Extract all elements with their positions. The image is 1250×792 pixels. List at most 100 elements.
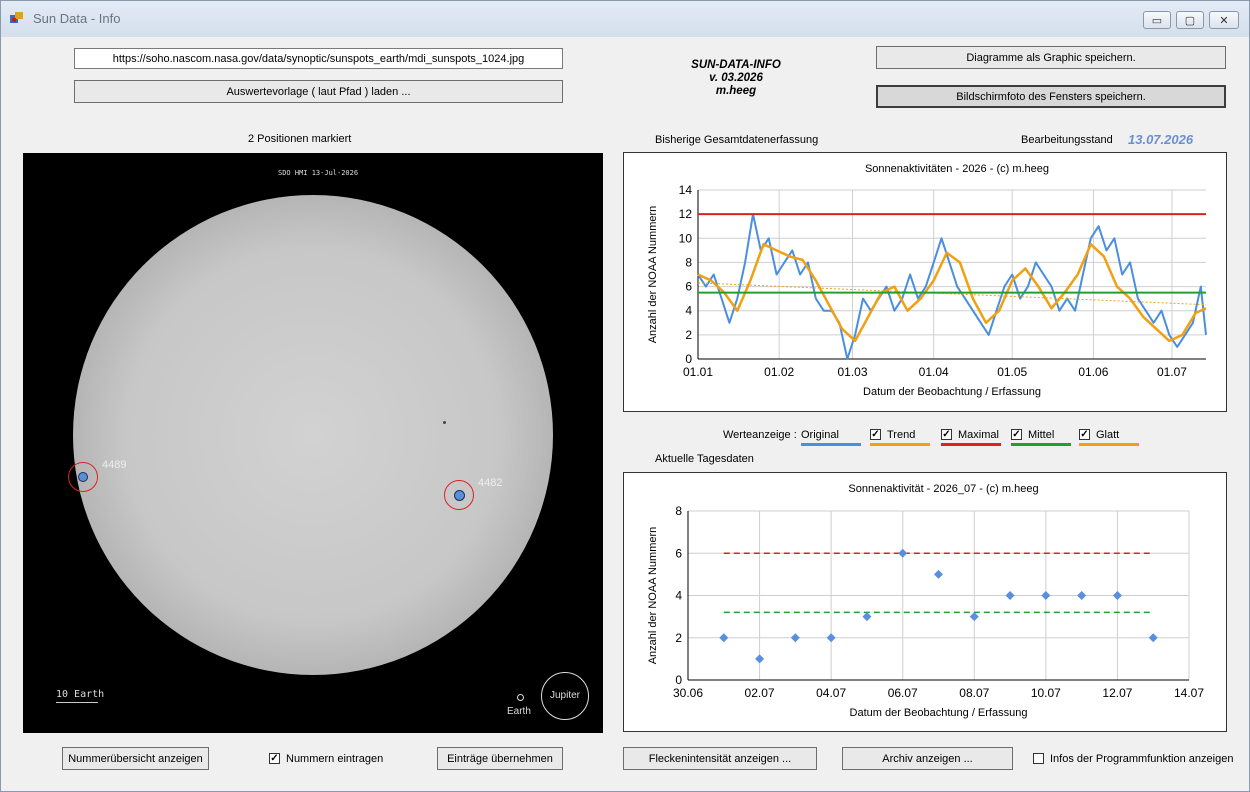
x-tick-label: 01.06 (1078, 365, 1108, 379)
close-icon: ✕ (1219, 14, 1229, 27)
x-tick-label: 04.07 (816, 686, 846, 700)
small-spot (443, 421, 446, 424)
legend-label-trend: Trend (887, 429, 916, 441)
app-info: SUN-DATA-INFO v. 03.2026 m.heeg (671, 59, 801, 98)
status-date: 13.07.2026 (1128, 132, 1194, 147)
spot-label-4482: 4482 (478, 477, 503, 489)
maximize-button[interactable]: ▢ (1176, 11, 1204, 29)
y-tick-label: 8 (675, 504, 682, 518)
main-window: Sun Data - Info ▭ ▢ ✕ https://soho.nasco… (0, 0, 1250, 792)
earth-label: Earth (507, 706, 531, 717)
legend-label-original: Original (801, 429, 839, 441)
y-tick-label: 2 (675, 631, 682, 645)
legend-checkbox-glatt[interactable]: ✓ (1079, 429, 1090, 440)
y-tick-label: 4 (685, 304, 692, 318)
x-tick-label: 02.07 (745, 686, 775, 700)
x-tick-label: 10.07 (1031, 686, 1061, 700)
y-tick-label: 14 (679, 183, 693, 197)
legend-line-trend (870, 443, 930, 446)
y-tick-label: 10 (679, 231, 693, 245)
spot-dot (78, 472, 88, 482)
legend-line-maximal (941, 443, 1001, 446)
x-tick-label: 08.07 (959, 686, 989, 700)
info-checkbox[interactable] (1033, 753, 1044, 764)
data-point (790, 633, 800, 643)
scale-bar (56, 702, 98, 703)
x-axis-label: Datum der Beobachtung / Erfassung (850, 707, 1028, 719)
close-button[interactable]: ✕ (1209, 11, 1239, 29)
legend-line-mittel (1011, 443, 1071, 446)
x-tick-label: 01.07 (1157, 365, 1187, 379)
data-point (1041, 591, 1051, 600)
data-point (898, 548, 908, 558)
x-axis-label: Datum der Beobachtung / Erfassung (863, 386, 1041, 398)
data-point (826, 633, 836, 643)
yearly-chart[interactable]: 0 2 4 6 8 10 12 14 01.01 01.02 01.03 01.04 01.05 01.0… (623, 152, 1227, 412)
y-axis-label: Anzahl der NOAA Nummern (647, 206, 659, 344)
minimize-icon: ▭ (1151, 14, 1163, 27)
data-point (862, 612, 872, 622)
app-icon (10, 12, 23, 23)
minimize-button[interactable]: ▭ (1143, 11, 1171, 29)
x-tick-label: 30.06 (673, 686, 703, 700)
spot-intensity-button[interactable]: Fleckenintensität anzeigen ... (623, 747, 817, 770)
status-label: Bearbeitungsstand (1021, 134, 1113, 146)
y-tick-label: 2 (685, 328, 692, 342)
legend-label-glatt: Glatt (1096, 429, 1120, 441)
legend-checkbox-mittel[interactable]: ✓ (1011, 429, 1022, 440)
apply-entries-button[interactable]: Einträge übernehmen (437, 747, 563, 770)
x-tick-label: 01.03 (837, 365, 867, 379)
daily-data-label: Aktuelle Tagesdaten (655, 453, 754, 465)
y-tick-label: 4 (675, 589, 682, 603)
x-tick-label: 01.05 (997, 365, 1027, 379)
earth-icon (517, 694, 524, 701)
data-point (1077, 591, 1087, 600)
data-point (934, 569, 943, 579)
y-tick-label: 8 (685, 255, 692, 269)
legend-label-mittel: Mittel (1028, 429, 1055, 441)
maximize-icon: ▢ (1184, 14, 1196, 27)
spot-marker-4489[interactable] (68, 462, 98, 492)
monthly-chart[interactable]: 0 2 4 6 8 30.06 02.07 04.07 06.07 08.07 10.07 12.07… (623, 472, 1227, 732)
load-template-button[interactable]: Auswertevorlage ( laut Pfad ) laden ... (74, 80, 563, 103)
x-tick-label: 01.02 (764, 365, 794, 379)
x-tick-label: 06.07 (888, 686, 918, 700)
sun-image[interactable]: SDO HMI 13-Jul-2026 4489 4482 10 Earth E… (23, 153, 603, 733)
enter-numbers-checkbox[interactable]: ✓ (269, 753, 280, 764)
data-point (719, 633, 729, 643)
app-version: v. 03.2026 (709, 72, 763, 84)
data-point (755, 654, 765, 664)
y-tick-label: 12 (679, 207, 693, 221)
y-tick-label: 0 (675, 673, 682, 687)
url-input[interactable]: https://soho.nascom.nasa.gov/data/synopt… (74, 48, 563, 69)
x-tick-label: 01.04 (919, 365, 949, 379)
number-overview-button[interactable]: Nummerübersicht anzeigen (62, 747, 209, 770)
scale-label: 10 Earth (56, 689, 105, 700)
spot-label-4489: 4489 (102, 459, 127, 471)
enter-numbers-label: Nummern eintragen (286, 753, 384, 765)
spot-marker-4482[interactable] (444, 480, 474, 510)
sun-disc (73, 195, 553, 675)
legend-checkbox-trend[interactable]: ✓ (870, 429, 881, 440)
save-screenshot-button[interactable]: Bildschirmfoto des Fensters speichern. (876, 85, 1226, 108)
monthly-chart-svg: 0 2 4 6 8 30.06 02.07 04.07 06.07 08.07 10.07 12.07… (647, 483, 1204, 719)
data-point (969, 612, 979, 622)
yearly-chart-svg: 0 2 4 6 8 10 12 14 01.01 01.02 01.03 01.04 01.05 01.0… (647, 163, 1207, 398)
values-label: Werteanzeige : (723, 429, 797, 441)
info-label: Infos der Programmfunktion anzeigen (1050, 753, 1234, 765)
legend-label-maximal: Maximal (958, 429, 999, 441)
y-axis-label: Anzahl der NOAA Nummern (647, 527, 659, 665)
title-bar[interactable]: Sun Data - Info ▭ ▢ ✕ (1, 1, 1249, 37)
save-graphic-button[interactable]: Diagramme als Graphic speichern. (876, 46, 1226, 69)
legend-checkbox-maximal[interactable]: ✓ (941, 429, 952, 440)
jupiter-label: Jupiter (550, 690, 581, 701)
archive-button[interactable]: Archiv anzeigen ... (842, 747, 1013, 770)
x-tick-label: 12.07 (1102, 686, 1132, 700)
x-tick-label: 01.01 (683, 365, 713, 379)
data-point (1005, 591, 1015, 600)
positions-label: 2 Positionen markiert (248, 133, 352, 145)
y-tick-label: 6 (685, 280, 692, 294)
image-header: SDO HMI 13-Jul-2026 (278, 169, 359, 177)
x-tick-label: 14.07 (1174, 686, 1204, 700)
data-point (1148, 633, 1158, 643)
